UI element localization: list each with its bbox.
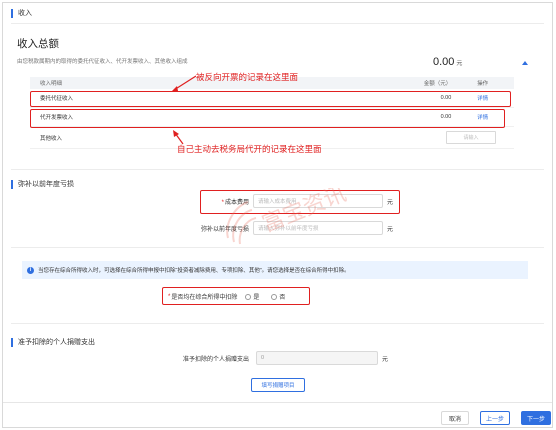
income-total-amount: 0.00 元 (433, 56, 462, 68)
section-accent-bar (11, 337, 13, 347)
column-header-amount: 金额（元） (423, 81, 452, 87)
highlight-box-invoice (30, 109, 505, 128)
next-step-button[interactable]: 下一步 (521, 411, 551, 425)
other-income-input[interactable]: 请输入 (446, 131, 496, 144)
donation-section-header: 准予扣除的个人捐赠支出 (3, 335, 95, 349)
section-accent-bar (11, 8, 13, 18)
fill-donation-button[interactable]: 填写捐赠项目 (251, 378, 305, 392)
income-total-subtitle: 由您税款属期内的取得的委托代征收入、代开发票收入、其他收入组成 (17, 59, 188, 65)
notice-text: 当您存在综合所得收入时，可选择在综合所得申报中扣除“投资者减除费用、专项扣除、其… (38, 268, 350, 274)
divider (11, 169, 544, 170)
income-total-value: 0.00 (433, 56, 455, 68)
divider (11, 323, 544, 324)
donation-unit: 元 (382, 356, 389, 363)
watermark-text: 富宝资讯 (259, 188, 350, 238)
loss-section-label: 弥补以前年度亏损 (18, 181, 74, 188)
deduction-notice: i 当您存在综合所得收入时，可选择在综合所得申报中扣除“投资者减除费用、专项扣除… (22, 261, 528, 279)
donation-section-label: 准予扣除的个人捐赠支出 (18, 339, 95, 346)
declaration-form: 收入 收入总额 由您税款属期内的取得的委托代征收入、代开发票收入、其他收入组成 … (2, 2, 553, 428)
row-name: 其他收入 (40, 135, 63, 142)
column-header-action: 操作 (477, 81, 489, 87)
prior-loss-unit: 元 (387, 226, 394, 233)
prev-step-button[interactable]: 上一步 (480, 411, 510, 425)
donation-input: 0 (256, 351, 378, 365)
footer-bar: 取消 上一步 下一步 (3, 402, 552, 427)
watermark: 富宝资讯 (218, 181, 358, 253)
income-total-title: 收入总额 (17, 38, 59, 50)
income-section-label: 收入 (18, 10, 32, 17)
annotation-self-invoice: 自己主动去税务局代开的记录在这里面 (177, 144, 322, 154)
section-accent-bar (11, 179, 13, 189)
income-total-unit: 元 (456, 61, 463, 67)
annotation-reverse-invoice: 被反向开票的记录在这里面 (196, 72, 299, 82)
divider (11, 23, 544, 24)
cancel-button[interactable]: 取消 (441, 411, 469, 425)
donation-label: 准予扣除的个人捐赠支出 (182, 356, 249, 363)
highlight-box-entrusted (30, 91, 511, 107)
collapse-caret-icon[interactable] (522, 61, 528, 65)
donation-field-row: 准予扣除的个人捐赠支出 0 元 (163, 351, 388, 365)
info-icon: i (27, 266, 34, 274)
loss-section-header: 弥补以前年度亏损 (3, 177, 74, 191)
highlight-box-deduction (162, 287, 310, 305)
income-section-header: 收入 (3, 6, 32, 20)
watermark-logo-icon: 富宝资讯 (226, 181, 350, 245)
